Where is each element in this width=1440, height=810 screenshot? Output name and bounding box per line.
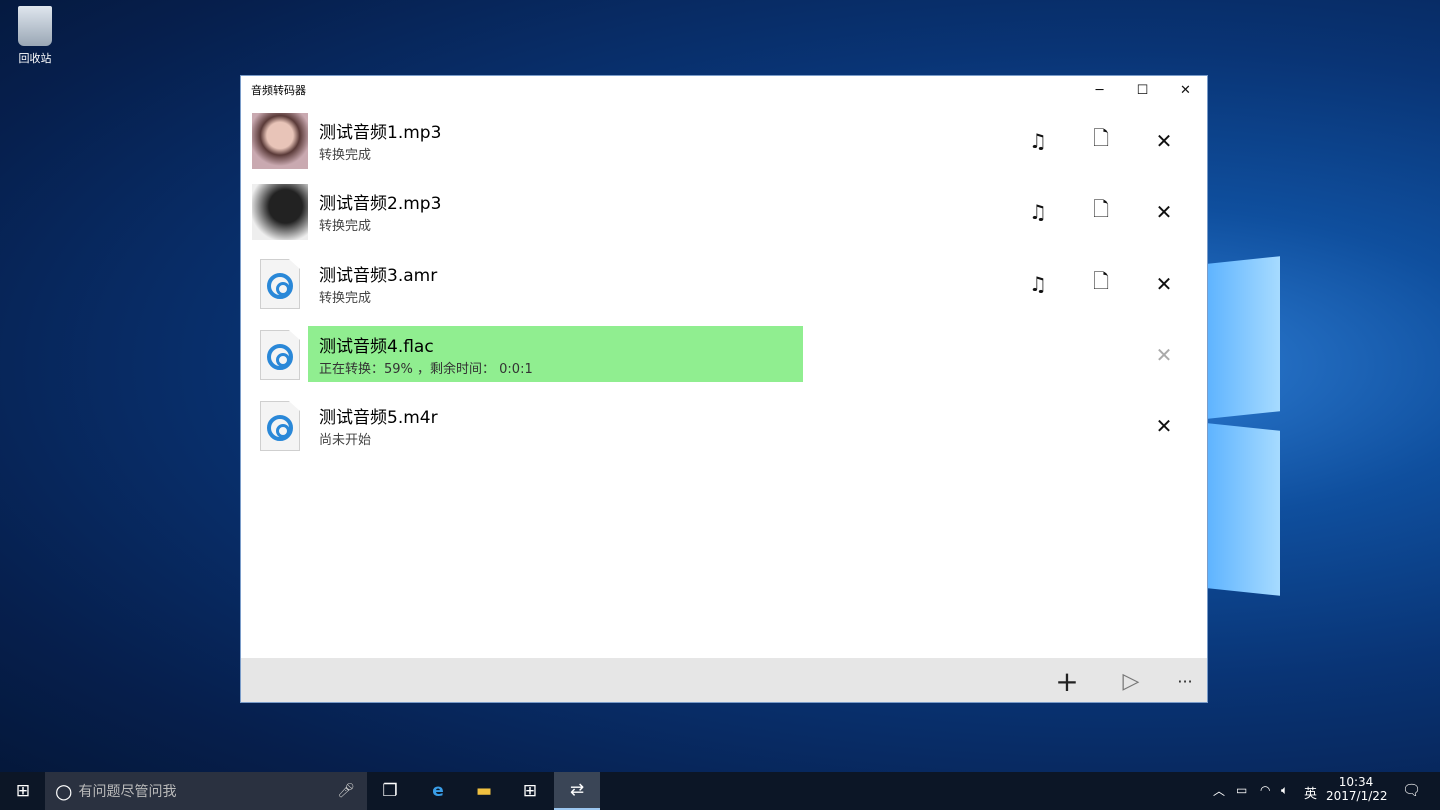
wifi-icon[interactable]: ◠ (1260, 783, 1270, 797)
list-item[interactable]: 测试音频1.mp3 转换完成 ♫ 🗋 ✕ (241, 112, 1207, 170)
app-window: 音频转码器 ─ ☐ ✕ 测试音频1.mp3 转换完成 ♫ 🗋 ✕ 测试音频2.mp… (240, 75, 1208, 703)
remove-icon[interactable]: ✕ (1149, 340, 1179, 370)
command-bar: + ▷ ··· (241, 658, 1207, 702)
audio-converter-taskbar-icon[interactable]: ⇄ (554, 772, 600, 810)
title-bar: 音频转码器 ─ ☐ ✕ (241, 76, 1207, 104)
open-file-icon[interactable]: 🗋 (1086, 269, 1116, 299)
open-file-icon[interactable]: 🗋 (1086, 126, 1116, 156)
more-icon[interactable]: ··· (1170, 666, 1200, 696)
battery-icon[interactable]: ▭ (1236, 783, 1247, 797)
maximize-button[interactable]: ☐ (1121, 76, 1164, 104)
close-button[interactable]: ✕ (1164, 76, 1207, 104)
file-status: 尚未开始 (319, 433, 372, 448)
file-name: 测试音频2.mp3 (319, 194, 442, 214)
ime-indicator[interactable]: 英 (1304, 783, 1317, 802)
music-icon[interactable]: ♫ (1023, 269, 1053, 299)
file-info: 测试音频4.flac 正在转换：59% ，剩余时间： 0:0:1 (308, 326, 544, 382)
file-status: 正在转换：59% ，剩余时间： 0:0:1 (319, 362, 533, 377)
list-item[interactable]: 测试音频4.flac 正在转换：59% ，剩余时间： 0:0:1 ✕ (241, 326, 1207, 384)
music-icon[interactable]: ♫ (1023, 197, 1053, 227)
store-icon[interactable]: ⊞ (507, 772, 553, 810)
action-center-icon[interactable]: 🗨︎ (1402, 781, 1421, 799)
file-status: 转换完成 (319, 291, 372, 306)
windows-logo-wallpaper (1208, 215, 1288, 605)
taskbar: ⊞ ○ 有问题尽管问我 🎤︎ ❐ e ▬ ⊞ ⇄ ︿ ▭ ◠ 🔈︎ 英 10:3… (0, 772, 1440, 810)
file-info: 测试音频5.m4r 尚未开始 (308, 397, 449, 453)
file-name: 测试音频4.flac (319, 337, 434, 357)
recycle-bin-icon (18, 6, 52, 46)
remove-icon[interactable]: ✕ (1149, 126, 1179, 156)
microphone-icon[interactable]: 🎤︎ (337, 783, 355, 799)
recycle-bin[interactable]: 回收站 (10, 6, 60, 66)
file-status: 转换完成 (319, 219, 372, 234)
task-view-icon[interactable]: ❐ (367, 772, 413, 810)
album-art-image (252, 184, 308, 240)
clock[interactable]: 10:34 2017/1/22 (1326, 775, 1388, 803)
file-name: 测试音频3.amr (319, 266, 438, 286)
search-box[interactable]: ○ 有问题尽管问我 🎤︎ (45, 772, 367, 810)
file-explorer-icon[interactable]: ▬ (461, 772, 507, 810)
start-button[interactable]: ⊞ (0, 772, 46, 810)
search-placeholder: 有问题尽管问我 (78, 784, 177, 800)
list-item[interactable]: 测试音频2.mp3 转换完成 ♫ 🗋 ✕ (241, 183, 1207, 241)
file-info: 测试音频2.mp3 转换完成 (308, 183, 452, 239)
album-art-image (252, 113, 308, 169)
file-info: 测试音频3.amr 转换完成 (308, 255, 448, 311)
start-icon[interactable]: ▷ (1116, 666, 1146, 696)
remove-icon[interactable]: ✕ (1149, 411, 1179, 441)
audio-file-icon (260, 401, 300, 451)
audio-file-icon (260, 259, 300, 309)
list-item[interactable]: 测试音频5.m4r 尚未开始 ✕ (241, 397, 1207, 455)
cortana-icon: ○ (55, 779, 73, 803)
audio-file-icon (260, 330, 300, 380)
open-file-icon[interactable]: 🗋 (1086, 197, 1116, 227)
list-item[interactable]: 测试音频3.amr 转换完成 ♫ 🗋 ✕ (241, 255, 1207, 313)
recycle-bin-label: 回收站 (18, 52, 52, 65)
edge-icon[interactable]: e (415, 772, 461, 810)
file-name: 测试音频5.m4r (319, 408, 438, 428)
clock-time: 10:34 (1338, 775, 1374, 789)
minimize-button[interactable]: ─ (1078, 76, 1121, 104)
file-status: 转换完成 (319, 148, 372, 163)
music-icon[interactable]: ♫ (1023, 126, 1053, 156)
file-name: 测试音频1.mp3 (319, 123, 442, 143)
clock-date: 2017/1/22 (1326, 789, 1388, 803)
file-info: 测试音频1.mp3 转换完成 (308, 112, 452, 168)
volume-icon[interactable]: 🔈︎ (1281, 783, 1288, 798)
remove-icon[interactable]: ✕ (1149, 197, 1179, 227)
window-title: 音频转码器 (251, 84, 306, 97)
remove-icon[interactable]: ✕ (1149, 269, 1179, 299)
add-icon[interactable]: + (1052, 665, 1082, 698)
show-hidden-icons[interactable]: ︿ (1213, 782, 1225, 799)
